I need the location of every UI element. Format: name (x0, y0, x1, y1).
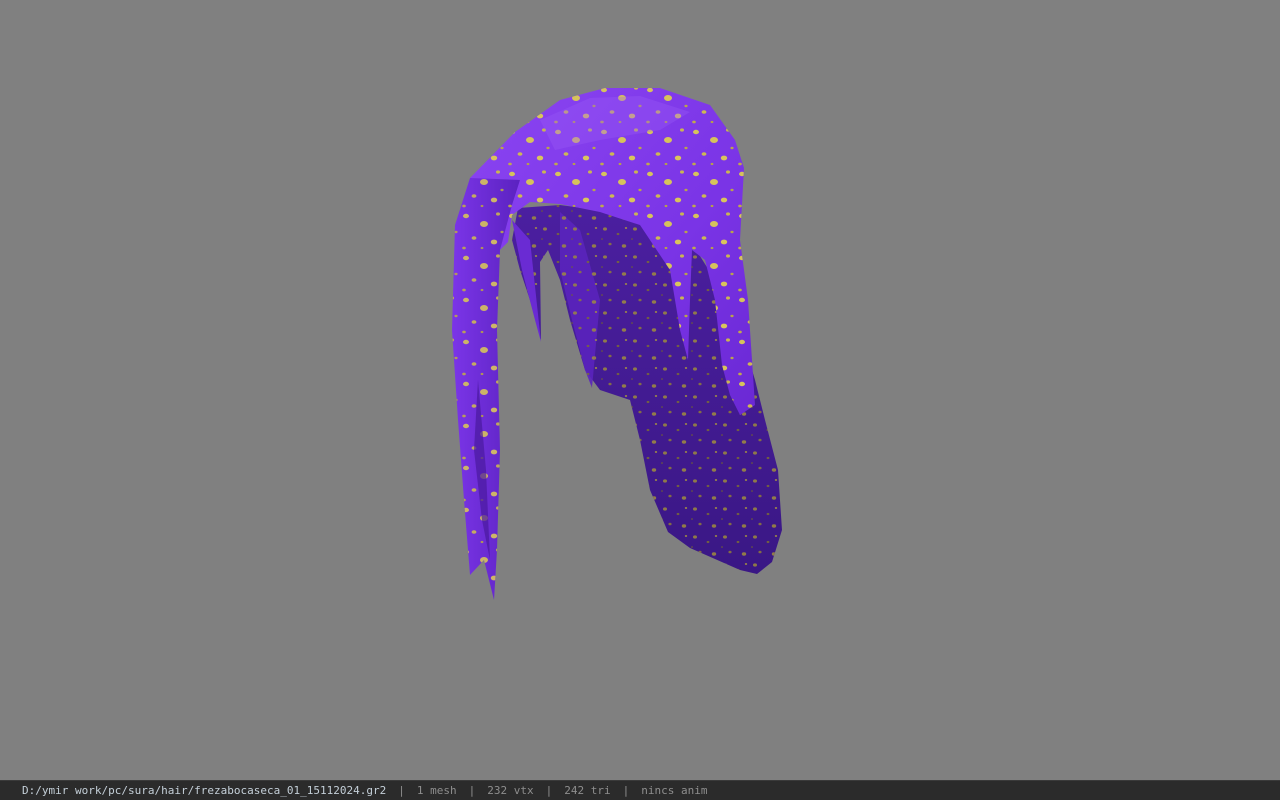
status-bar: D:/ymir work/pc/sura/hair/frezabocaseca_… (0, 780, 1280, 800)
separator: | (545, 784, 553, 797)
separator: | (622, 784, 630, 797)
separator: | (468, 784, 476, 797)
vertex-count: 232 vtx (487, 784, 534, 797)
file-path: D:/ymir work/pc/sura/hair/frezabocaseca_… (22, 784, 387, 797)
separator: | (398, 784, 405, 797)
animation-status: nincs anim (641, 784, 708, 797)
mesh-count: 1 mesh (416, 784, 457, 797)
triangle-count: 242 tri (564, 784, 611, 797)
3d-viewport[interactable] (0, 0, 1280, 780)
hair-model[interactable] (0, 0, 1280, 780)
